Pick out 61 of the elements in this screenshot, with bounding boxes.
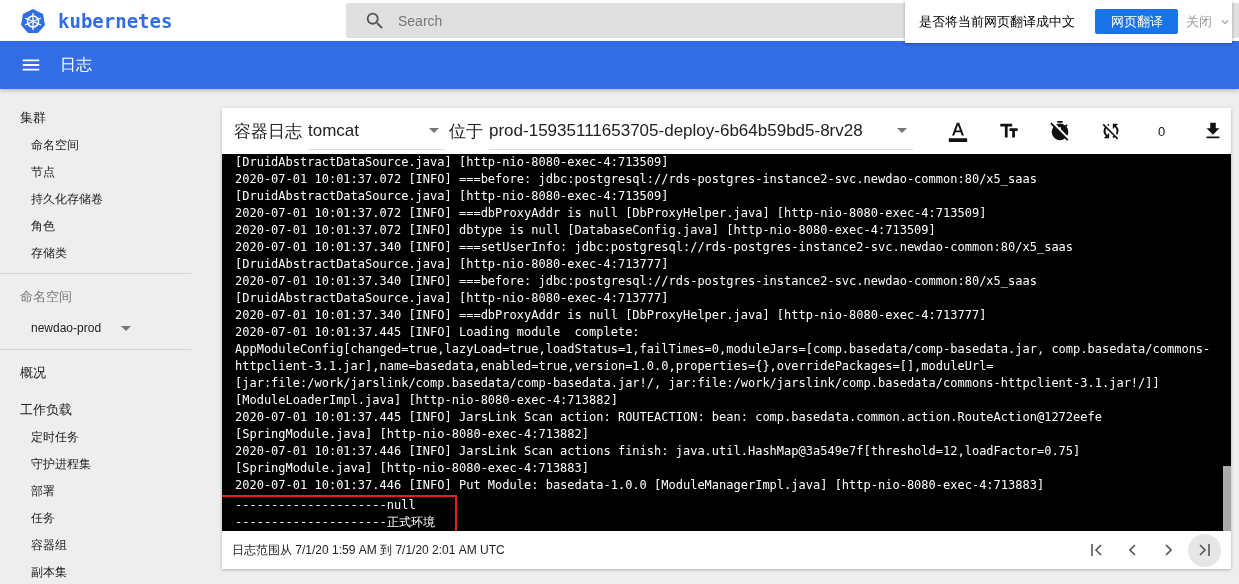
log-line: 2020-07-01 10:01:37.340 [INFO] ===setUserInfo: jdbc:postgresql://rds-postgres-instance2-svc.newdao-common:80/x5_saas [235,239,1075,256]
translate-prompt: 是否将当前网页翻译成中文 [919,12,1075,31]
select-label: 容器日志 [234,120,302,143]
log-line: 2020-07-01 10:01:37.446 [INFO] JarsLink Scan actions finish: java.util.HashMap@3a549e7f[threshold=12,loadFactor=0.75] [235,443,1082,460]
scrollbar-thumb[interactable] [1223,466,1231,531]
chevron-right-icon [1165,544,1172,556]
sidebar-item[interactable]: 角色 [0,211,191,238]
sidebar-item[interactable]: 命名空间 [0,130,191,157]
select-label: 位于 [449,120,483,143]
log-line: AppModuleConfig[changed=true,lazyLoad=true,loadStatus=1,failTimes=0,moduleJars=[comp.basedata/comp-basedata.jar, comp.basedata/commons- [235,341,1212,358]
translate-button[interactable]: 网页翻译 [1095,9,1178,34]
log-line: 2020-07-01 10:01:37.072 [INFO] ===before: jdbc:postgresql://rds-postgres-instance2-svc.newdao-common:80/x5_saas [235,171,1038,188]
sidebar-item[interactable]: 容器组 [0,530,191,557]
log-line: [DruidAbstractDataSource.java] [http-nio-8080-exec-4:713509] [235,188,670,205]
container-select[interactable]: tomcat [308,112,445,150]
chevron-left-icon [1129,544,1136,556]
search-icon [364,10,386,32]
caret-icon [429,128,439,133]
count-button[interactable]: 0 [1143,116,1180,146]
sidebar-item[interactable]: 持久化存储卷 [0,184,191,211]
logo-icon [20,7,46,34]
log-line: [jar:file:/work/jarslink/comp.basedata/comp-basedata.jar!/, jar:file:/work/jarslink/comp.basedata/commons-httpclient-3.1.jar!/]] [235,375,1161,392]
log-line: ---------------------正式环境 [235,514,436,531]
sidebar-heading: 集群 [19,109,47,127]
log-line: [SpringModule.java] [http-nio-8080-exec-4:713883] [235,460,590,477]
log-line: 2020-07-01 10:01:37.340 [INFO] ===before: jdbc:postgresql://rds-postgres-instance2-svc.newdao-common:80/x5_saas [235,273,1038,290]
log-line: 2020-07-01 10:01:37.340 [INFO] ===dbProxyAddr is null [DbProxyHelper.java] [http-nio-8080-exec-4:713777] [235,307,988,324]
log-line: 2020-07-01 10:01:37.446 [INFO] Put Module: basedata-1.0.0 [ModuleManagerImpl.java] [http-nio-8080-exec-4:713883] [235,477,1046,494]
log-line: httpclient-3.1.jar],name=basedata,enabled=true,version=1.0.0,properties={},overridePackages=[],moduleUrl= [235,358,995,375]
sidebar-item[interactable]: 副本集 [0,557,191,584]
first-page-icon [1091,544,1102,556]
sidebar-item[interactable]: 存储类 [0,238,191,265]
last-page-button[interactable] [1188,533,1221,567]
sidebar-heading: 工作负载 [19,401,73,419]
log-line: 2020-07-01 10:01:37.445 [INFO] JarsLink Scan action: ROUTEACTION: bean: comp.basedata.common.action.RouteAction@1272eefe [235,409,1103,426]
namespace-label: 命名空间 [19,288,73,306]
sidebar-item[interactable]: 部署 [0,476,191,503]
sidebar-item[interactable]: 任务 [0,503,191,530]
timer-off-icon [1048,120,1071,142]
page-title: 日志 [60,54,92,75]
last-page-icon [1199,544,1210,556]
pod-select[interactable]: prod-15935111653705-deploy-6b64b59bd5-8rv28 [489,112,913,150]
caret-icon [897,128,907,133]
log-line: [DruidAbstractDataSource.java] [http-nio-8080-exec-4:713777] [235,290,670,307]
log-line: 2020-07-01 10:01:37.072 [INFO] dbtype is null [DatabaseConfig.java] [http-nio-8080-exec-4:713509] [235,222,937,239]
log-range: 日志范围从 7/1/20 1:59 AM 到 7/1/20 2:01 AM UTC [232,541,506,559]
log-line: ---------------------null [235,497,417,514]
log-line: 2020-07-01 10:01:37.445 [INFO] Loading module complete: [235,324,641,341]
log-line: [SpringModule.java] [http-nio-8080-exec-4:713882] [235,426,590,443]
sidebar-item[interactable]: 定时任务 [0,422,191,449]
logo-text: kubernetes [58,9,174,32]
log-line: [DruidAbstractDataSource.java] [http-nio-8080-exec-4:713509] [235,154,670,171]
sidebar-item[interactable]: 节点 [0,157,191,184]
sidebar-item[interactable]: 概况 [0,358,191,385]
text-color-icon [946,120,969,142]
log-line: [DruidAbstractDataSource.java] [http-nio-8080-exec-4:713777] [235,256,670,273]
caret-icon [121,325,131,331]
log-line: [ModuleLoaderImpl.java] [http-nio-8080-exec-4:713882] [235,392,619,409]
log-line: 2020-07-01 10:01:37.072 [INFO] ===dbProxyAddr is null [DbProxyHelper.java] [http-nio-8080-exec-4:713509] [235,205,988,222]
namespace-select[interactable]: newdao-prod [31,317,137,339]
sidebar-item[interactable]: 守护进程集 [0,449,191,476]
